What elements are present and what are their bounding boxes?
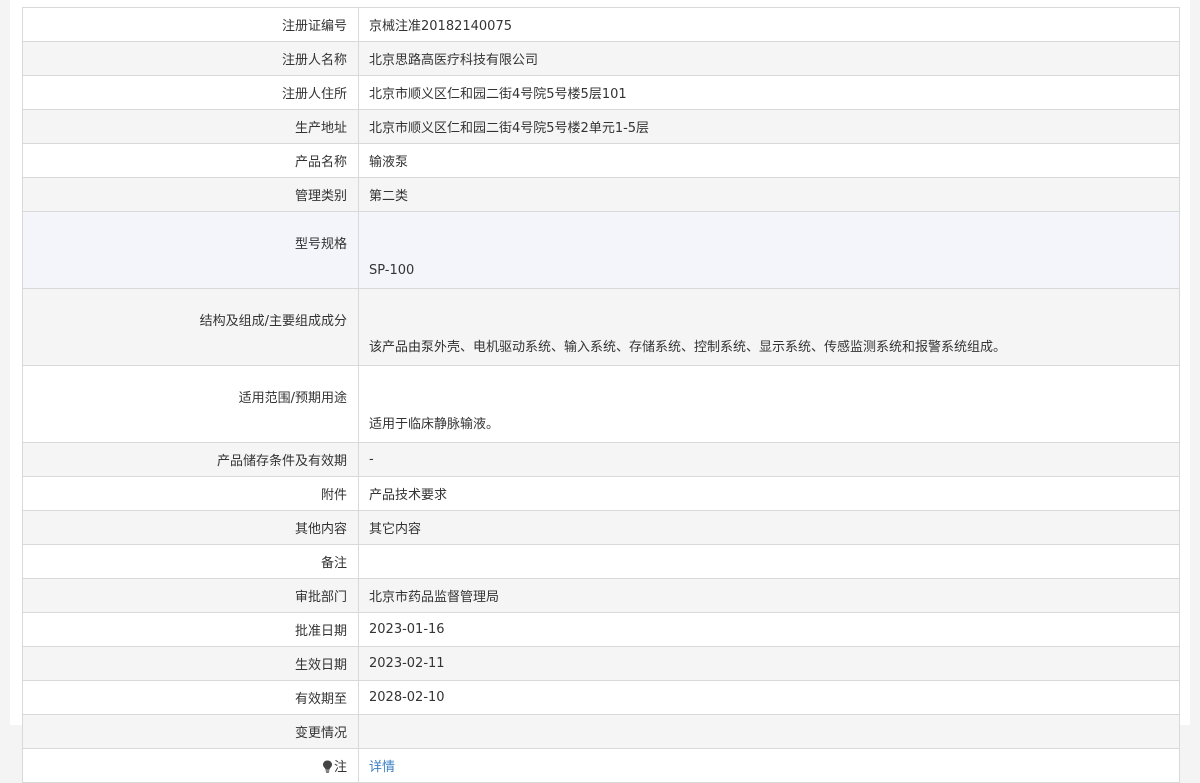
row-label: 型号规格 xyxy=(22,211,359,289)
row-value: 北京市药品监督管理局 xyxy=(358,578,1180,613)
row-value: 产品技术要求 xyxy=(358,476,1180,511)
table-row-registration-number: 注册证编号 京械注准20182140075 xyxy=(22,7,1180,42)
row-value: 2023-02-11 xyxy=(358,646,1180,681)
table-row-change-status: 变更情况 xyxy=(22,714,1180,749)
row-label: 产品名称 xyxy=(22,143,359,178)
row-label: 审批部门 xyxy=(22,578,359,613)
row-label: 附件 xyxy=(22,476,359,511)
table-row-approval-department: 审批部门 北京市药品监督管理局 xyxy=(22,578,1180,613)
row-label: 有效期至 xyxy=(22,680,359,715)
row-value: 第二类 xyxy=(358,177,1180,212)
table-row-expiry-date: 有效期至 2028-02-10 xyxy=(22,680,1180,715)
table-row-effective-date: 生效日期 2023-02-11 xyxy=(22,646,1180,681)
table-row-attachment: 附件 产品技术要求 xyxy=(22,476,1180,511)
row-label: 变更情况 xyxy=(22,714,359,749)
row-label: 生效日期 xyxy=(22,646,359,681)
row-label: 结构及组成/主要组成成分 xyxy=(22,288,359,366)
row-value: 北京思路高医疗科技有限公司 xyxy=(358,41,1180,76)
row-value: 2028-02-10 xyxy=(358,680,1180,715)
row-label: 备注 xyxy=(22,544,359,579)
table-row-registrant-address: 注册人住所 北京市顺义区仁和园二街4号院5号楼5层101 xyxy=(22,75,1180,110)
row-value: - xyxy=(358,442,1180,477)
row-value: SP-100 xyxy=(358,211,1180,289)
row-label: 产品储存条件及有效期 xyxy=(22,442,359,477)
table-row-model-spec: 型号规格 SP-100 xyxy=(22,211,1180,289)
table-row-registrant-name: 注册人名称 北京思路高医疗科技有限公司 xyxy=(22,41,1180,76)
registration-detail-table: 注册证编号 京械注准20182140075 注册人名称 北京思路高医疗科技有限公… xyxy=(22,7,1180,783)
table-row-other-content: 其他内容 其它内容 xyxy=(22,510,1180,545)
row-value: 该产品由泵外壳、电机驱动系统、输入系统、存储系统、控制系统、显示系统、传感监测系… xyxy=(358,288,1180,366)
row-value: 北京市顺义区仁和园二街4号院5号楼5层101 xyxy=(358,75,1180,110)
row-value: 详情 xyxy=(358,748,1180,783)
row-value: 其它内容 xyxy=(358,510,1180,545)
row-value: 2023-01-16 xyxy=(358,612,1180,647)
row-value: 北京市顺义区仁和园二街4号院5号楼2单元1-5层 xyxy=(358,109,1180,144)
row-value: 适用于临床静脉输液。 xyxy=(358,365,1180,443)
row-label: 注册人名称 xyxy=(22,41,359,76)
row-value xyxy=(358,714,1180,749)
table-row-product-name: 产品名称 输液泵 xyxy=(22,143,1180,178)
row-value: 京械注准20182140075 xyxy=(358,7,1180,42)
table-row-note: 注 详情 xyxy=(22,748,1180,783)
note-label-text: 注 xyxy=(333,760,347,775)
table-row-intended-use: 适用范围/预期用途 适用于临床静脉输液。 xyxy=(22,365,1180,443)
table-row-structure-composition: 结构及组成/主要组成成分 该产品由泵外壳、电机驱动系统、输入系统、存储系统、控制… xyxy=(22,288,1180,366)
table-row-production-address: 生产地址 北京市顺义区仁和园二街4号院5号楼2单元1-5层 xyxy=(22,109,1180,144)
row-label: 注册人住所 xyxy=(22,75,359,110)
row-label: 生产地址 xyxy=(22,109,359,144)
row-label: 其他内容 xyxy=(22,510,359,545)
row-label: 批准日期 xyxy=(22,612,359,647)
row-label-note: 注 xyxy=(22,748,359,783)
row-value: 输液泵 xyxy=(358,143,1180,178)
table-row-storage-conditions: 产品储存条件及有效期 - xyxy=(22,442,1180,477)
row-label: 适用范围/预期用途 xyxy=(22,365,359,443)
detail-panel: 注册证编号 京械注准20182140075 注册人名称 北京思路高医疗科技有限公… xyxy=(10,0,1190,783)
row-label: 注册证编号 xyxy=(22,7,359,42)
details-link[interactable]: 详情 xyxy=(369,760,395,775)
row-label: 管理类别 xyxy=(22,177,359,212)
table-row-approval-date: 批准日期 2023-01-16 xyxy=(22,612,1180,647)
lightbulb-icon xyxy=(322,760,332,773)
row-value xyxy=(358,544,1180,579)
table-row-management-category: 管理类别 第二类 xyxy=(22,177,1180,212)
page-background: 注册证编号 京械注准20182140075 注册人名称 北京思路高医疗科技有限公… xyxy=(0,0,1200,783)
table-row-remarks: 备注 xyxy=(22,544,1180,579)
